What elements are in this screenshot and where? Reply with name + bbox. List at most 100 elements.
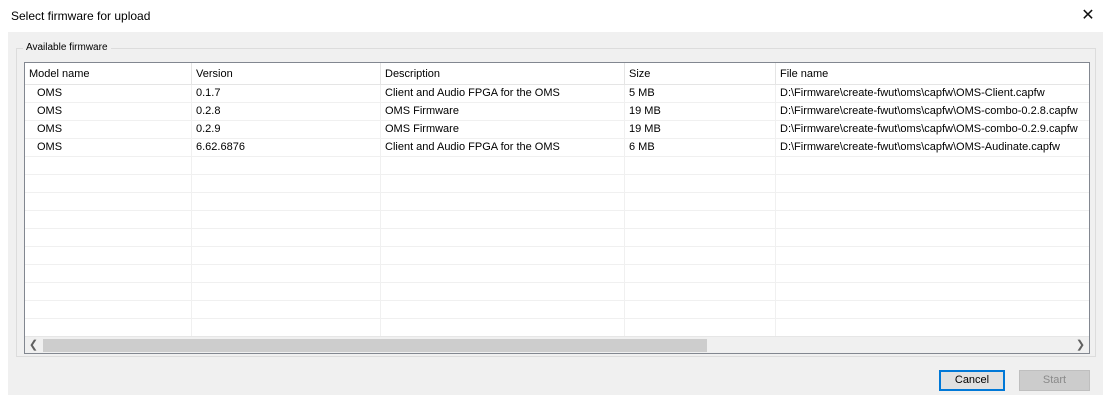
- start-button[interactable]: Start: [1019, 370, 1090, 391]
- close-button[interactable]: ✕: [1065, 0, 1111, 32]
- table-cell: 0.2.9: [192, 121, 381, 139]
- table-cell: [25, 229, 192, 247]
- table-cell: 6.62.6876: [192, 139, 381, 157]
- table-cell: [625, 265, 776, 283]
- table-cell: [776, 301, 1089, 319]
- column-header-version[interactable]: Version: [192, 63, 381, 85]
- table-cell: [381, 157, 625, 175]
- table-row: [25, 265, 1089, 283]
- table-cell: [192, 193, 381, 211]
- table-cell: [625, 319, 776, 337]
- group-legend: Available firmware: [23, 41, 111, 54]
- column-header-file-name[interactable]: File name: [776, 63, 1089, 85]
- table-cell: OMS: [25, 103, 192, 121]
- table-cell: [192, 283, 381, 301]
- table-cell: 6 MB: [625, 139, 776, 157]
- table-cell: [192, 301, 381, 319]
- table-row: [25, 319, 1089, 337]
- table-cell: [776, 193, 1089, 211]
- table-row[interactable]: OMS 0.2.9 OMS Firmware 19 MB D:\Firmware\cre…: [25, 121, 1089, 139]
- table-cell: OMS: [25, 85, 192, 103]
- table-cell: [192, 319, 381, 337]
- horizontal-scrollbar[interactable]: ❮ ❯: [25, 336, 1089, 353]
- table-cell: [776, 265, 1089, 283]
- table-cell: [776, 157, 1089, 175]
- scroll-right-icon[interactable]: ❯: [1072, 337, 1089, 353]
- table-cell: [25, 319, 192, 337]
- column-header-size[interactable]: Size: [625, 63, 776, 85]
- column-header-description[interactable]: Description: [381, 63, 625, 85]
- firmware-list[interactable]: Model name Version Description Size File…: [24, 62, 1090, 354]
- table-row[interactable]: OMS 0.2.8 OMS Firmware 19 MB D:\Firmware\cre…: [25, 103, 1089, 121]
- table-cell: [381, 319, 625, 337]
- table-cell: Client and Audio FPGA for the OMS: [381, 85, 625, 103]
- window-title: Select firmware for upload: [11, 9, 151, 23]
- table-row[interactable]: OMS 0.1.7 Client and Audio FPGA for the OM…: [25, 85, 1089, 103]
- table-cell: [381, 229, 625, 247]
- table-cell: [192, 211, 381, 229]
- column-header-row: Model name Version Description Size File…: [25, 63, 1089, 85]
- table-cell: [25, 175, 192, 193]
- table-cell: 0.2.8: [192, 103, 381, 121]
- table-cell: [625, 157, 776, 175]
- table-cell: D:\Firmware\create-fwut\oms\capfw\OMS-Cl…: [780, 87, 1045, 99]
- table-cell: [776, 319, 1089, 337]
- table-cell: [625, 301, 776, 319]
- table-cell: 19 MB: [625, 121, 776, 139]
- table-cell: OMS: [25, 121, 192, 139]
- table-cell: [381, 283, 625, 301]
- table-cell: [25, 283, 192, 301]
- table-cell: [776, 283, 1089, 301]
- table-row: [25, 301, 1089, 319]
- table-cell: OMS Firmware: [381, 121, 625, 139]
- column-header-model-name[interactable]: Model name: [25, 63, 192, 85]
- table-cell: [381, 265, 625, 283]
- table-row: [25, 211, 1089, 229]
- table-cell: 0.1.7: [192, 85, 381, 103]
- table-cell: [25, 211, 192, 229]
- table-row: [25, 247, 1089, 265]
- table-cell: [381, 301, 625, 319]
- table-cell: [192, 157, 381, 175]
- table-cell: [25, 247, 192, 265]
- table-cell: [625, 229, 776, 247]
- table-row: [25, 157, 1089, 175]
- table-cell: [625, 193, 776, 211]
- table-cell: OMS Firmware: [381, 103, 625, 121]
- table-cell: [381, 247, 625, 265]
- table-cell: D:\Firmware\create-fwut\oms\capfw\OMS-co…: [780, 123, 1078, 135]
- table-row[interactable]: OMS 6.62.6876 Client and Audio FPGA for th…: [25, 139, 1089, 157]
- table-cell: [625, 175, 776, 193]
- table-cell: [776, 247, 1089, 265]
- table-cell: [25, 265, 192, 283]
- table-cell: 5 MB: [625, 85, 776, 103]
- table-cell: [776, 229, 1089, 247]
- table-cell: 19 MB: [625, 103, 776, 121]
- table-cell: [25, 193, 192, 211]
- table-cell: [381, 175, 625, 193]
- title-bar: Select firmware for upload ✕: [0, 0, 1111, 32]
- table-cell: [625, 283, 776, 301]
- table-cell: [25, 301, 192, 319]
- table-cell: [25, 157, 192, 175]
- table-cell: [625, 247, 776, 265]
- table-cell: [381, 211, 625, 229]
- table-row: [25, 175, 1089, 193]
- table-cell: OMS: [25, 139, 192, 157]
- scrollbar-thumb[interactable]: [43, 339, 707, 352]
- table-cell: [776, 211, 1089, 229]
- table-row: [25, 229, 1089, 247]
- close-icon: ✕: [1081, 7, 1095, 24]
- table-cell: [192, 229, 381, 247]
- table-row: [25, 283, 1089, 301]
- cancel-button[interactable]: Cancel: [939, 370, 1005, 391]
- table-cell: D:\Firmware\create-fwut\oms\capfw\OMS-Au…: [780, 141, 1060, 153]
- table-row: [25, 193, 1089, 211]
- table-cell: [625, 211, 776, 229]
- table-cell: [192, 265, 381, 283]
- table-cell: [192, 247, 381, 265]
- table-body: OMS 0.1.7 Client and Audio FPGA for the OM…: [25, 85, 1089, 353]
- table-cell: [776, 175, 1089, 193]
- table-cell: [192, 175, 381, 193]
- scroll-left-icon[interactable]: ❮: [25, 337, 42, 353]
